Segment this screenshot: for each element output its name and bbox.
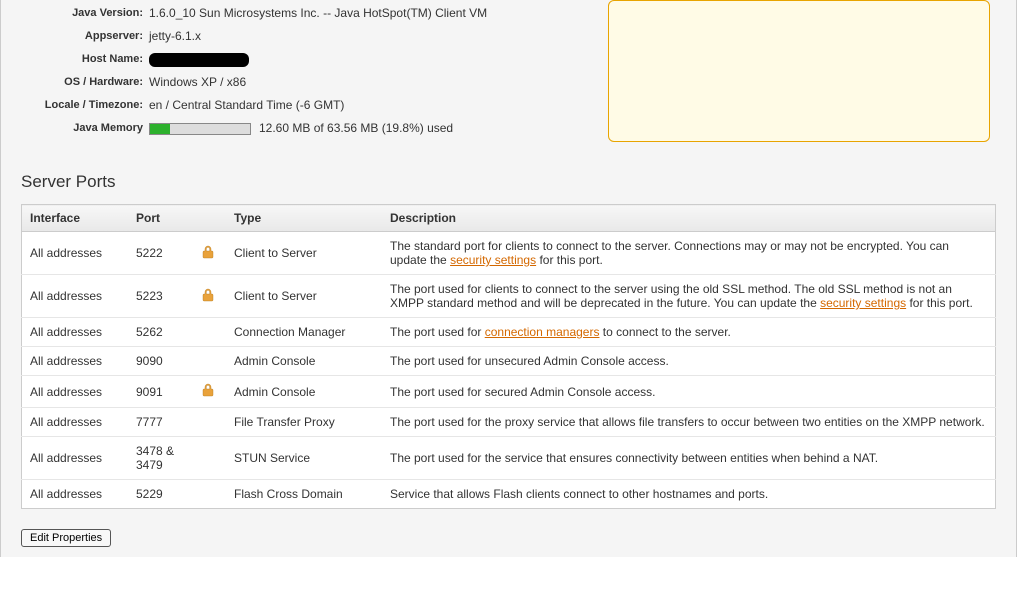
cell-type: Connection Manager [226, 318, 382, 347]
cell-type: Flash Cross Domain [226, 480, 382, 509]
cell-port: 9090 [128, 347, 190, 376]
cell-description: The port used for unsecured Admin Consol… [382, 347, 996, 376]
empty-cell [190, 437, 226, 480]
locale-timezone-label: Locale / Timezone: [11, 98, 149, 113]
desc-text: Service that allows Flash clients connec… [390, 487, 768, 501]
server-info-block: Java Version: 1.6.0_10 Sun Microsystems … [11, 0, 571, 142]
desc-text: The port used for the service that ensur… [390, 451, 878, 465]
lock-icon [190, 232, 226, 275]
os-hardware-label: OS / Hardware: [11, 75, 149, 90]
lock-icon [190, 376, 226, 408]
cell-description: The port used for the proxy service that… [382, 408, 996, 437]
cell-port: 5222 [128, 232, 190, 275]
memory-bar-fill [150, 124, 170, 134]
appserver-value: jetty-6.1.x [149, 29, 201, 44]
cell-interface: All addresses [22, 408, 129, 437]
col-description: Description [382, 205, 996, 232]
cell-interface: All addresses [22, 376, 129, 408]
cell-description: The port used for secured Admin Console … [382, 376, 996, 408]
host-name-label: Host Name: [11, 52, 149, 67]
table-row: All addresses5222 Client to ServerThe sta… [22, 232, 996, 275]
table-row: All addresses9091 Admin Console The port u… [22, 376, 996, 408]
desc-text: The port used for [390, 325, 485, 339]
col-port: Port [128, 205, 190, 232]
cell-interface: All addresses [22, 232, 129, 275]
table-row: All addresses5262Connection ManagerThe p… [22, 318, 996, 347]
cell-type: Client to Server [226, 232, 382, 275]
empty-cell [190, 347, 226, 376]
desc-text: The port used for secured Admin Console … [390, 385, 655, 399]
locale-timezone-value: en / Central Standard Time (-6 GMT) [149, 98, 344, 113]
cell-description: Service that allows Flash clients connec… [382, 480, 996, 509]
col-interface: Interface [22, 205, 129, 232]
edit-properties-button[interactable]: Edit Properties [21, 529, 111, 547]
table-row: All addresses9090 Admin Console The port u… [22, 347, 996, 376]
os-hardware-value: Windows XP / x86 [149, 75, 246, 90]
desc-text: for this port. [906, 296, 973, 310]
cell-interface: All addresses [22, 480, 129, 509]
desc-text: The port used for unsecured Admin Consol… [390, 354, 669, 368]
cell-port: 5262 [128, 318, 190, 347]
empty-cell [190, 408, 226, 437]
redacted-hostname [149, 53, 249, 67]
empty-cell [190, 480, 226, 509]
appserver-label: Appserver: [11, 29, 149, 44]
java-version-label: Java Version: [11, 6, 149, 21]
desc-text: The port used for the proxy service that… [390, 415, 985, 429]
cell-port: 5229 [128, 480, 190, 509]
table-row: All addresses3478 & 3479 STUN Service The … [22, 437, 996, 480]
desc-text: to connect to the server. [599, 325, 730, 339]
server-ports-heading: Server Ports [21, 172, 1016, 192]
java-version-value: 1.6.0_10 Sun Microsystems Inc. -- Java H… [149, 6, 487, 21]
empty-cell [190, 318, 226, 347]
cell-type: File Transfer Proxy [226, 408, 382, 437]
cell-port: 5223 [128, 275, 190, 318]
cell-port: 9091 [128, 376, 190, 408]
desc-link[interactable]: connection managers [485, 325, 600, 339]
table-row: All addresses7777 File Transfer Proxy The … [22, 408, 996, 437]
cell-description: The port used for the service that ensur… [382, 437, 996, 480]
cell-interface: All addresses [22, 347, 129, 376]
notification-panel [608, 0, 990, 142]
desc-link[interactable]: security settings [450, 253, 536, 267]
cell-type: Admin Console [226, 376, 382, 408]
desc-link[interactable]: security settings [820, 296, 906, 310]
cell-description: The port used for clients to connect to … [382, 275, 996, 318]
cell-interface: All addresses [22, 318, 129, 347]
cell-interface: All addresses [22, 275, 129, 318]
cell-port: 3478 & 3479 [128, 437, 190, 480]
table-row: All addresses5223 Client to ServerThe por… [22, 275, 996, 318]
memory-bar [149, 123, 251, 135]
cell-description: The standard port for clients to connect… [382, 232, 996, 275]
desc-text: for this port. [536, 253, 603, 267]
java-memory-label: Java Memory [11, 121, 149, 136]
host-name-value [149, 52, 249, 67]
server-ports-table: Interface Port Type Description All addr… [21, 204, 996, 509]
cell-interface: All addresses [22, 437, 129, 480]
table-row: All addresses5229 Flash Cross Domain Servi… [22, 480, 996, 509]
lock-icon [190, 275, 226, 318]
col-type: Type [226, 205, 382, 232]
java-memory-value: 12.60 MB of 63.56 MB (19.8%) used [259, 121, 453, 136]
cell-type: Admin Console [226, 347, 382, 376]
cell-port: 7777 [128, 408, 190, 437]
cell-type: Client to Server [226, 275, 382, 318]
cell-type: STUN Service [226, 437, 382, 480]
cell-description: The port used for connection managers to… [382, 318, 996, 347]
